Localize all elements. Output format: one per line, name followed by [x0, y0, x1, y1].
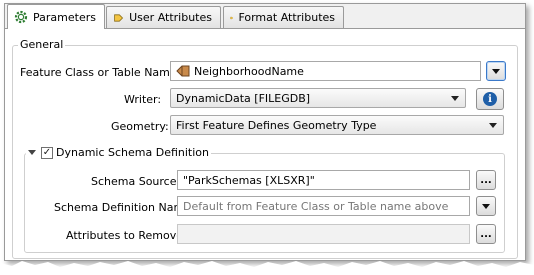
writer-info-button[interactable]: i: [476, 88, 504, 110]
schema-sources-browse-button[interactable]: ...: [476, 170, 496, 190]
tab-user-attributes-label: User Attributes: [129, 11, 212, 24]
tab-user-attributes[interactable]: User Attributes: [106, 6, 221, 28]
schema-definition-name-dropdown-button[interactable]: [476, 196, 496, 216]
feature-class-label: Feature Class or Table Name:: [20, 66, 181, 79]
geometry-label: Geometry:: [111, 120, 169, 133]
geometry-select[interactable]: First Feature Defines Geometry Type: [170, 115, 504, 135]
dynamic-schema-title: Dynamic Schema Definition: [56, 146, 209, 159]
attributes-to-remove-field[interactable]: [177, 224, 470, 244]
writer-label: Writer:: [124, 93, 162, 106]
feature-type-dialog: Parameters User Attributes Format Attrib…: [4, 3, 526, 261]
gear-icon: [14, 10, 28, 24]
writer-value: DynamicData [FILEGDB]: [176, 91, 311, 105]
general-group-title: General: [18, 38, 66, 51]
attributes-to-remove-browse-button[interactable]: ...: [476, 224, 496, 244]
dynamic-schema-group-title: ✓ Dynamic Schema Definition: [26, 146, 211, 159]
tab-format-attributes-label: Format Attributes: [238, 11, 335, 24]
attribute-tag-icon: [230, 16, 234, 19]
geometry-value: First Feature Defines Geometry Type: [176, 118, 377, 132]
parameters-panel: General Feature Class or Table Name: Nei…: [5, 28, 525, 260]
writer-select[interactable]: DynamicData [FILEGDB]: [170, 88, 466, 108]
feature-type-icon: [176, 65, 190, 77]
chevron-down-icon: [492, 68, 500, 74]
schema-definition-name-field[interactable]: Default from Feature Class or Table name…: [177, 196, 470, 216]
feature-class-value: NeighborhoodName: [194, 64, 304, 78]
dynamic-schema-checkbox[interactable]: ✓: [41, 146, 53, 159]
feature-class-dropdown-button[interactable]: [486, 61, 506, 81]
tab-bar: Parameters User Attributes Format Attrib…: [5, 4, 525, 29]
schema-definition-name-label: Schema Definition Name:: [54, 201, 195, 214]
schema-sources-value: "ParkSchemas [XLSXR]": [183, 173, 315, 187]
chevron-down-icon: [451, 96, 459, 101]
tab-parameters[interactable]: Parameters: [7, 4, 105, 29]
tab-format-attributes[interactable]: Format Attributes: [223, 6, 344, 28]
chevron-down-icon: [482, 203, 490, 209]
feature-class-field[interactable]: NeighborhoodName: [170, 61, 481, 81]
collapse-icon[interactable]: [28, 150, 36, 155]
schema-definition-name-placeholder: Default from Feature Class or Table name…: [183, 199, 449, 213]
schema-sources-field[interactable]: "ParkSchemas [XLSXR]": [177, 170, 470, 190]
attribute-tag-icon: [114, 13, 124, 22]
chevron-down-icon: [489, 123, 497, 128]
info-icon: i: [483, 92, 497, 106]
schema-sources-label: Schema Sources:: [91, 175, 186, 188]
tab-parameters-label: Parameters: [33, 10, 96, 24]
attributes-to-remove-label: Attributes to Remove:: [66, 229, 187, 242]
